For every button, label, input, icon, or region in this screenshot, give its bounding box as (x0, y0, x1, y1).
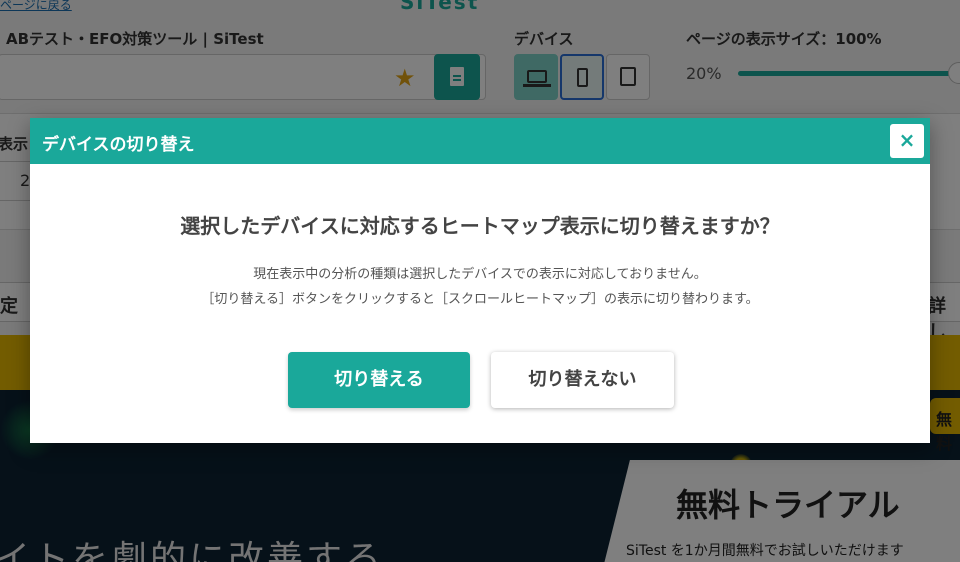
device-switch-dialog: デバイスの切り替え × 選択したデバイスに対応するヒートマップ表示に切り替えます… (30, 118, 930, 443)
dont-switch-button[interactable]: 切り替えない (491, 352, 674, 408)
close-button[interactable]: × (890, 124, 924, 158)
description-line: 現在表示中の分析の種類は選択したデバイスでの表示に対応しておりません。 (253, 267, 707, 282)
dialog-title: デバイスの切り替え (42, 135, 195, 155)
dialog-header: デバイスの切り替え × (30, 118, 930, 164)
dialog-question: 選択したデバイスに対応するヒートマップ表示に切り替えますか？ (180, 214, 780, 238)
description-line: ［切り替える］ボタンをクリックすると［スクロールヒートマップ］の表示に切り替わり… (201, 292, 759, 307)
switch-button[interactable]: 切り替える (288, 352, 470, 408)
dialog-description: 現在表示中の分析の種類は選択したデバイスでの表示に対応しておりません。 ［切り替… (30, 262, 930, 312)
close-icon: × (898, 128, 916, 152)
